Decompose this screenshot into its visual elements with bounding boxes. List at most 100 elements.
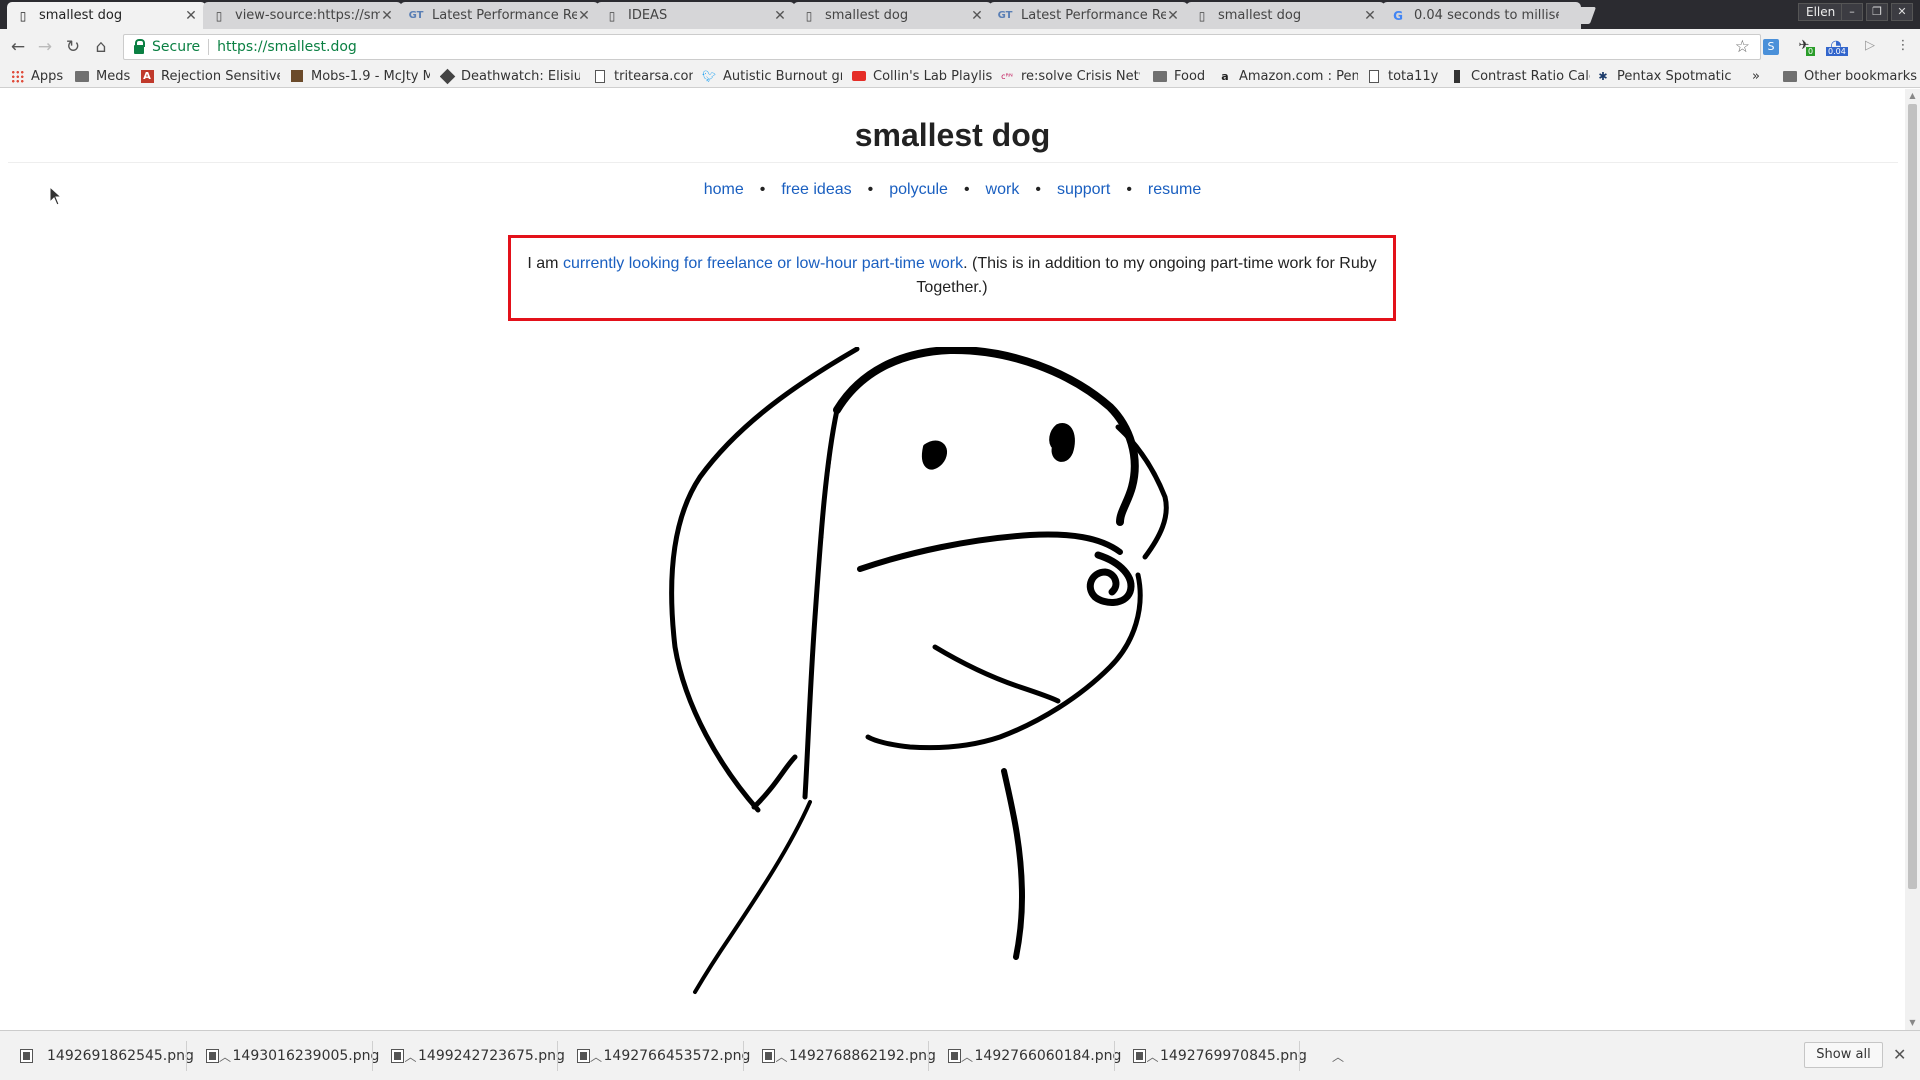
bookmark-item[interactable]: ✱ Pentax Spotmatic In: [1596, 67, 1736, 85]
tab-close-icon[interactable]: ✕: [773, 8, 787, 24]
bookmark-label: Meds: [96, 68, 131, 84]
bookmark-label: Mobs-1.9 - McJty M: [311, 68, 430, 84]
restore-icon[interactable]: ❐: [1866, 3, 1888, 21]
tab-close-icon[interactable]: ✕: [970, 8, 984, 24]
nav-separator: •: [1035, 181, 1041, 198]
tab-4[interactable]: ▯ IDEAS ✕: [596, 2, 795, 29]
minimize-icon[interactable]: –: [1841, 3, 1863, 21]
tab-7[interactable]: ▯ smallest dog ✕: [1186, 2, 1385, 29]
tab-close-icon[interactable]: ✕: [380, 8, 394, 24]
nav-separator: •: [759, 181, 766, 198]
bookmark-item[interactable]: 🐦︎ Autistic Burnout gr: [702, 67, 842, 85]
site-title: smallest dog: [854, 117, 1051, 153]
reload-icon[interactable]: ↻: [63, 37, 83, 57]
bookmark-item[interactable]: Mobs-1.9 - McJty M: [290, 67, 430, 85]
tab-2[interactable]: ▯ view-source:https://sm ✕: [203, 2, 402, 29]
tab-title: view-source:https://sm: [235, 8, 380, 23]
close-shelf-icon[interactable]: ✕: [1893, 1045, 1906, 1064]
freelance-link[interactable]: currently looking for freelance or low-h…: [563, 255, 963, 272]
dog-neck-right: [1001, 768, 1025, 960]
folder-icon: [1783, 69, 1797, 83]
apps-grid-icon: [10, 69, 24, 83]
header-divider: [8, 162, 1898, 163]
tab-3[interactable]: GT Latest Performance Re ✕: [400, 2, 599, 29]
nav-link-support[interactable]: support: [1057, 181, 1110, 198]
tab-strip: ▯ smallest dog ✕ ▯ view-source:https://sm ✕ GT…: [0, 0, 1920, 29]
tab-6[interactable]: GT Latest Performance Re ✕: [989, 2, 1188, 29]
page-icon: ▯: [608, 8, 616, 23]
bookmark-star-icon[interactable]: ☆: [1735, 37, 1750, 57]
bookmark-item[interactable]: tritearsa.com: [593, 67, 693, 85]
speed-extension-icon[interactable]: ◔ 0.04: [1826, 38, 1848, 56]
bookmark-item[interactable]: Collin's Lab Playlist: [852, 67, 992, 85]
forward-icon[interactable]: →: [35, 37, 55, 57]
bookmark-label: Food: [1174, 68, 1206, 84]
gt-icon: GT: [997, 10, 1013, 21]
bookmark-item[interactable]: Contrast Ratio Calc: [1450, 67, 1590, 85]
bookmark-item[interactable]: Deathwatch: Elisium: [440, 67, 580, 85]
tab-5[interactable]: ▯ smallest dog ✕: [793, 2, 992, 29]
folder-icon: [75, 69, 89, 83]
show-all-downloads-button[interactable]: Show all: [1804, 1042, 1883, 1068]
url-text[interactable]: https://smallest.dog: [217, 39, 357, 55]
tab-close-icon[interactable]: ✕: [184, 8, 198, 24]
palm-icon: ✱: [1598, 69, 1608, 83]
image-file-icon: [20, 1049, 33, 1063]
download-filename: 1492766453572.png: [603, 1048, 751, 1064]
bookmark-label: Pentax Spotmatic In: [1617, 68, 1736, 84]
tab-8[interactable]: G0.04 seconds to millise✕: [1382, 2, 1581, 29]
download-separator: [186, 1041, 187, 1071]
bookmark-label: re:solve Crisis Netw: [1021, 68, 1140, 84]
scrollbar-thumb[interactable]: [1908, 104, 1917, 889]
scroll-up-icon[interactable]: ▲: [1908, 91, 1917, 101]
tab-1[interactable]: ▯ smallest dog ✕: [7, 2, 206, 29]
nav-link-polycule[interactable]: polycule: [889, 181, 948, 198]
dog-body-left: [693, 800, 812, 994]
image-file-icon: [762, 1049, 775, 1063]
bookmark-item[interactable]: Meds: [75, 67, 130, 85]
bookmark-item[interactable]: ᴄᴿᴺ re:solve Crisis Netw: [1000, 67, 1140, 85]
image-file-icon: [947, 1049, 961, 1063]
home-icon[interactable]: ⌂: [91, 37, 111, 57]
bookmark-item[interactable]: tota11y: [1367, 67, 1438, 85]
bookmark-item[interactable]: Food: [1153, 67, 1205, 85]
download-menu-caret-icon[interactable]: ︿: [1331, 1048, 1345, 1065]
profile-button[interactable]: Ellen: [1798, 3, 1844, 21]
tab-close-icon[interactable]: ✕: [577, 8, 591, 24]
bookmark-item[interactable]: a Amazon.com : Penta: [1218, 67, 1358, 85]
bookmark-item[interactable]: Apps: [10, 67, 63, 85]
google-icon: G: [1393, 8, 1403, 23]
s-extension-icon[interactable]: S: [1763, 39, 1779, 55]
bookmark-label: Apps: [31, 68, 64, 84]
bird-extension-icon[interactable]: ✈ 0: [1794, 38, 1816, 56]
back-icon[interactable]: ←: [8, 37, 28, 57]
notice-prefix: I am: [527, 255, 563, 272]
tab-title: smallest dog: [1218, 8, 1302, 23]
cast-icon[interactable]: ▷: [1860, 38, 1880, 56]
tab-close-icon[interactable]: ✕: [1166, 8, 1180, 24]
tab-title: 0.04 seconds to millise: [1414, 8, 1559, 23]
bookmark-item[interactable]: A Rejection Sensitive: [140, 67, 280, 85]
bookmarks-overflow-button[interactable]: »: [1752, 67, 1760, 85]
dog-left-eye: [922, 440, 947, 470]
bookmark-label: Contrast Ratio Calc: [1471, 68, 1590, 84]
nav-link-free-ideas[interactable]: free ideas: [781, 181, 851, 198]
amazon-icon: a: [1221, 69, 1229, 83]
new-tab-button[interactable]: [1555, 7, 1597, 24]
nav-link-home[interactable]: home: [704, 181, 744, 198]
download-separator: [742, 1041, 744, 1071]
nav-link-work[interactable]: work: [986, 181, 1020, 198]
other-bookmarks[interactable]: Other bookmarks: [1783, 67, 1917, 85]
browser-toolbar: ← → ↻ ⌂ Secure https://smallest.dog ☆ S …: [0, 29, 1920, 64]
nav-link-resume[interactable]: resume: [1148, 181, 1201, 198]
dog-left-ear-tip: [751, 754, 798, 810]
close-window-icon[interactable]: ✕: [1891, 3, 1913, 21]
tab-close-icon[interactable]: ✕: [1363, 8, 1377, 24]
bird-badge: 0: [1806, 47, 1816, 56]
address-bar[interactable]: Secure https://smallest.dog ☆: [123, 34, 1761, 60]
download-item[interactable]: 1492769970845.png ︿: [1125, 1045, 1345, 1067]
menu-icon[interactable]: ⋮: [1893, 38, 1913, 56]
download-separator: [1299, 1041, 1300, 1071]
tab-title: Latest Performance Re: [432, 8, 577, 23]
scroll-down-icon[interactable]: ▼: [1908, 1018, 1917, 1028]
